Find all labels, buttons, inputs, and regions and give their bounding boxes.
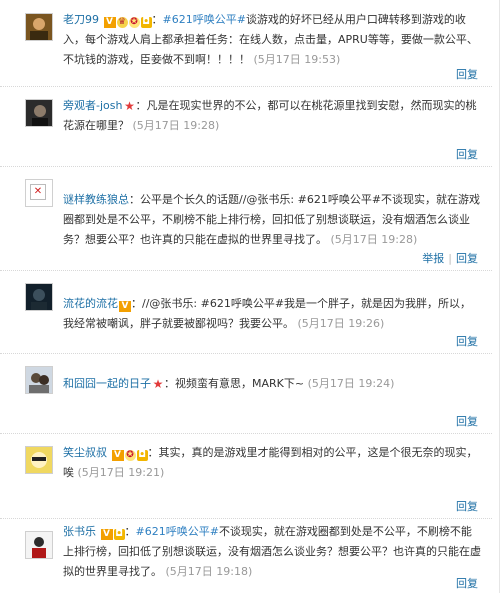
avatar-image: [26, 100, 52, 126]
comment-item: 老刀99 V ♛ ✪ ◘ ：#621呼唤公平#谈游戏的好坏已经从用户口碑转移到游戏的收入…: [0, 0, 492, 87]
avatar-image: [26, 367, 52, 393]
comment-item: 笑尘叔叔 V ✪ ◘ ：其实，真的是游戏里才能得到相对的公平，这是个很无奈的现实，唉 …: [0, 433, 492, 519]
medal-badge-icon[interactable]: ✪: [124, 450, 136, 461]
username-link[interactable]: 张书乐: [63, 525, 96, 538]
comment-text: ：视频蛮有意思，MARK下~: [164, 377, 305, 390]
timestamp: (5月17日 19:26): [297, 317, 385, 330]
username-link[interactable]: 旁观者-josh: [63, 99, 122, 112]
username-link[interactable]: 谜样教练狼总: [63, 193, 129, 206]
v-badge-icon[interactable]: V: [100, 529, 113, 540]
avatar[interactable]: [25, 531, 53, 559]
v-badge-icon[interactable]: V: [119, 301, 131, 312]
timestamp: (5月17日 19:24): [307, 377, 395, 390]
avatar-image: [26, 284, 52, 310]
star-badge-icon[interactable]: ★: [152, 378, 164, 390]
avatar[interactable]: [25, 99, 53, 127]
reply-link[interactable]: 回复: [456, 252, 478, 265]
camera-badge-icon[interactable]: ◘: [136, 450, 148, 461]
topic-link[interactable]: #621呼唤公平#: [136, 525, 219, 538]
v-badge-icon[interactable]: V: [103, 17, 116, 28]
timestamp: (5月17日 19:21): [77, 466, 165, 479]
camera-badge-icon[interactable]: ◘: [113, 529, 125, 540]
comment-body: 老刀99 V ♛ ✪ ◘ ：#621呼唤公平#谈游戏的好坏已经从用户口碑转移到游戏的收入…: [63, 13, 478, 66]
crown-badge-icon[interactable]: ♛: [116, 17, 128, 28]
comment-body: 流花的流花 V ：//@张书乐: #621呼唤公平#我是一个胖子，就是因为我胖，所以…: [63, 294, 481, 334]
reply-link[interactable]: 回复: [456, 500, 478, 513]
avatar[interactable]: [25, 446, 53, 474]
comment-item: ✕ 谜样教练狼总：公平是个长久的话题//@张书乐: #621呼唤公平#不谈现实，…: [0, 166, 492, 271]
comment-item: 张书乐 V ◘ ：#621呼唤公平#不谈现实，就在游戏圈都到处是不公平，不刷榜不能上…: [0, 518, 492, 593]
avatar[interactable]: [25, 366, 53, 394]
reply-link[interactable]: 回复: [456, 148, 478, 161]
report-link[interactable]: 举报: [422, 252, 444, 265]
separator: |: [448, 252, 452, 265]
camera-badge-icon[interactable]: ◘: [140, 17, 152, 28]
reply-link[interactable]: 回复: [456, 577, 478, 590]
avatar[interactable]: ✕: [25, 179, 53, 207]
comment-body: 张书乐 V ◘ ：#621呼唤公平#不谈现实，就在游戏圈都到处是不公平，不刷榜不能上…: [63, 525, 481, 578]
avatar-image: [26, 532, 52, 558]
star-badge-icon[interactable]: ★: [123, 100, 135, 112]
username-link[interactable]: 笑尘叔叔: [63, 446, 107, 459]
comment-body: 和囧囧一起的日子 ★：视频蛮有意思，MARK下~ (5月17日 19:24): [63, 374, 481, 394]
reply-link[interactable]: 回复: [456, 68, 478, 81]
comment-item: 和囧囧一起的日子 ★：视频蛮有意思，MARK下~ (5月17日 19:24) 回复: [0, 353, 492, 434]
avatar[interactable]: [25, 13, 53, 41]
avatar[interactable]: [25, 283, 53, 311]
comment-body: 旁观者-josh ★：凡是在现实世界的不公，都可以在桃花源里找到安慰，然而现实的桃…: [63, 96, 481, 136]
v-badge-icon[interactable]: V: [111, 450, 124, 461]
medal-badge-icon[interactable]: ✪: [128, 17, 140, 28]
timestamp: (5月17日 19:28): [330, 233, 418, 246]
username-link[interactable]: 流花的流花: [63, 297, 118, 310]
comment-item: 流花的流花 V ：//@张书乐: #621呼唤公平#我是一个胖子，就是因为我胖，所以…: [0, 270, 492, 354]
topic-link[interactable]: #621呼唤公平#: [163, 13, 246, 26]
username-link[interactable]: 老刀99: [63, 13, 99, 26]
comment-body: 谜样教练狼总：公平是个长久的话题//@张书乐: #621呼唤公平#不谈现实，就在…: [63, 190, 481, 250]
comment-body: 笑尘叔叔 V ✪ ◘ ：其实，真的是游戏里才能得到相对的公平，这是个很无奈的现实，唉 …: [63, 443, 481, 483]
comment-feed: 老刀99 V ♛ ✪ ◘ ：#621呼唤公平#谈游戏的好坏已经从用户口碑转移到游戏的收入…: [0, 0, 500, 593]
avatar-image: [26, 14, 52, 40]
username-link[interactable]: 和囧囧一起的日子: [63, 377, 151, 390]
avatar-image: [26, 447, 52, 473]
timestamp: (5月17日 19:18): [165, 565, 253, 578]
timestamp: (5月17日 19:53): [253, 53, 341, 66]
reply-link[interactable]: 回复: [456, 415, 478, 428]
reply-link[interactable]: 回复: [456, 335, 478, 348]
timestamp: (5月17日 19:28): [132, 119, 220, 132]
comment-item: 旁观者-josh ★：凡是在现实世界的不公，都可以在桃花源里找到安慰，然而现实的桃…: [0, 86, 492, 167]
broken-image-icon: ✕: [30, 184, 46, 200]
